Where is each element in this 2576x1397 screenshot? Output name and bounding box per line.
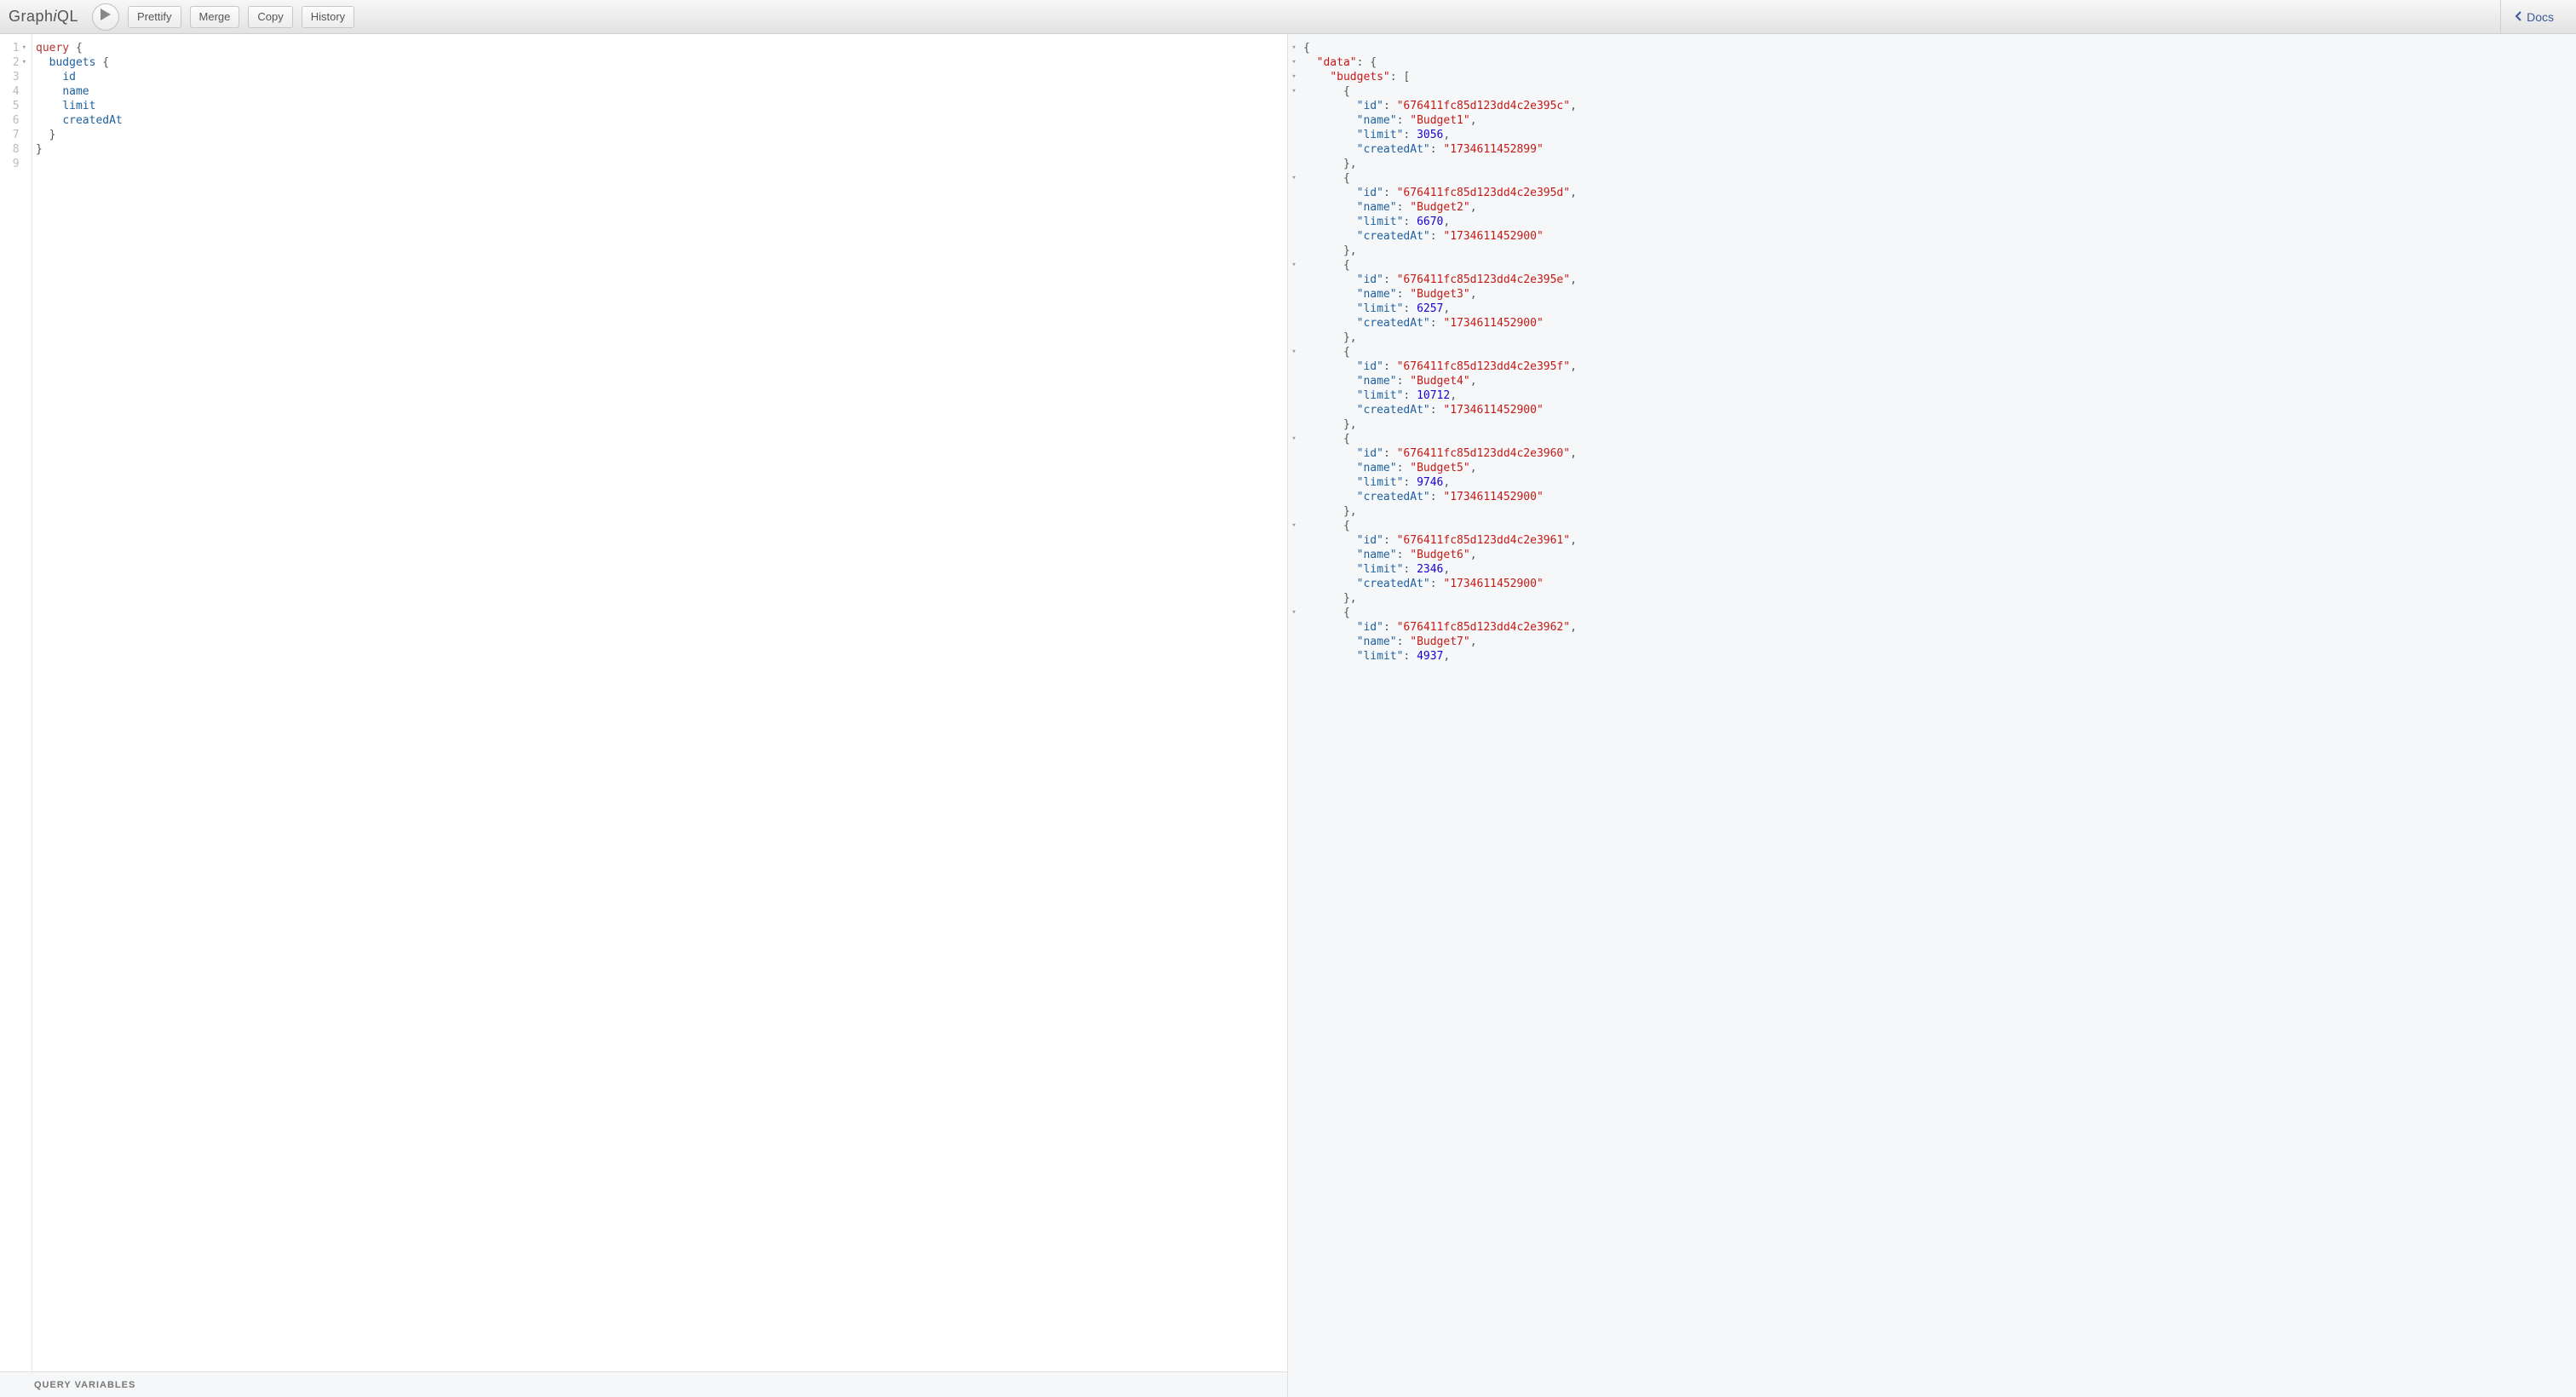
- result-json: { "data": { "budgets": [ { "id": "676411…: [1288, 34, 2576, 670]
- docs-label: Docs: [2527, 10, 2554, 24]
- execute-button[interactable]: [92, 3, 119, 31]
- prettify-button[interactable]: Prettify: [128, 6, 181, 28]
- copy-button[interactable]: Copy: [248, 6, 292, 28]
- brand-part2: QL: [57, 8, 78, 25]
- brand-part1: Graph: [9, 8, 54, 25]
- query-variables-bar[interactable]: QUERY VARIABLES: [0, 1371, 1287, 1397]
- merge-button[interactable]: Merge: [190, 6, 240, 28]
- result-gutter: ▾▾▾▾▾▾▾▾▾▾: [1288, 34, 1300, 664]
- docs-toggle[interactable]: Docs: [2500, 0, 2567, 33]
- query-pane: 1▾2▾3 4 5 6 7 8 9 query { budgets { id n…: [0, 34, 1288, 1397]
- query-code[interactable]: query { budgets { id name limit createdA…: [32, 34, 1287, 1371]
- query-variables-label: QUERY VARIABLES: [34, 1380, 135, 1390]
- main-split: 1▾2▾3 4 5 6 7 8 9 query { budgets { id n…: [0, 34, 2576, 1397]
- query-gutter: 1▾2▾3 4 5 6 7 8 9: [0, 34, 32, 1371]
- play-icon: [101, 9, 111, 25]
- app-brand: GraphiQL: [9, 8, 78, 26]
- query-editor[interactable]: 1▾2▾3 4 5 6 7 8 9 query { budgets { id n…: [0, 34, 1287, 1371]
- toolbar: GraphiQL Prettify Merge Copy History Doc…: [0, 0, 2576, 34]
- history-button[interactable]: History: [302, 6, 354, 28]
- chevron-left-icon: [2515, 10, 2523, 24]
- result-pane[interactable]: ▾▾▾▾▾▾▾▾▾▾ { "data": { "budgets": [ { "i…: [1288, 34, 2576, 1397]
